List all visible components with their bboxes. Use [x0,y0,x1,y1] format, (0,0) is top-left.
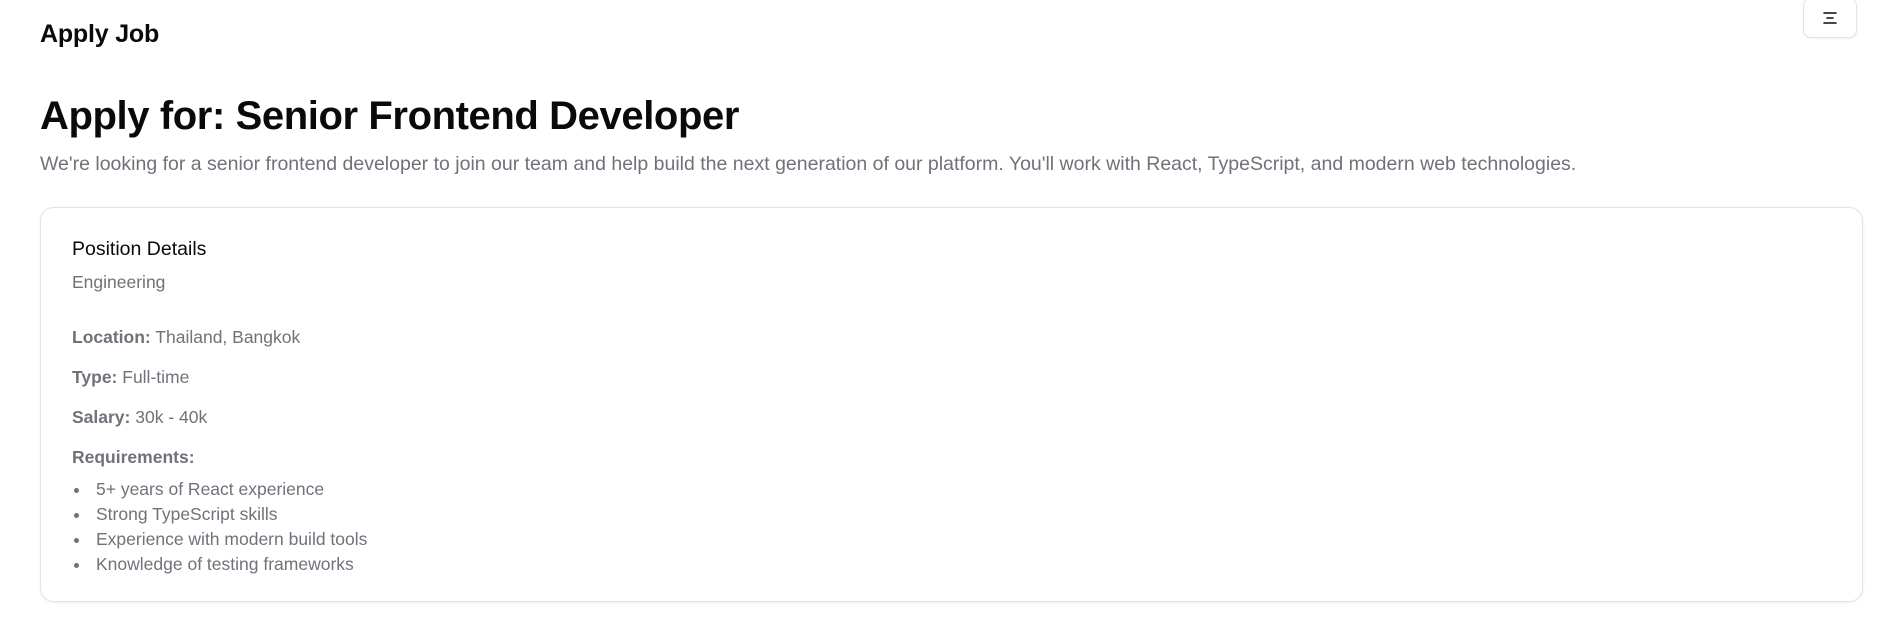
card-title: Position Details [72,238,207,261]
menu-icon [1822,11,1838,25]
page-title: Apply for: Senior Frontend Developer [40,94,739,138]
type-row: Type: Full-time [72,367,1831,388]
requirements-label: Requirements: [72,446,195,467]
department: Engineering [72,271,166,292]
position-details-card: Position Details Engineering Location: T… [40,207,1863,603]
top-bar: Apply Job [40,0,1857,72]
requirement-item: Knowledge of testing frameworks [72,552,1831,577]
salary-row: Salary: 30k - 40k [72,407,1831,428]
location-value: Thailand, Bangkok [155,326,301,347]
type-value: Full-time [122,366,190,387]
requirements-row: Requirements: [72,447,1831,468]
requirements-list: 5+ years of React experience Strong Type… [72,477,1831,577]
requirement-item: Strong TypeScript skills [72,502,1831,527]
location-row: Location: Thailand, Bangkok [72,327,1831,348]
job-description: We're looking for a senior frontend deve… [40,153,1577,175]
menu-button[interactable] [1803,0,1857,38]
salary-value: 30k - 40k [135,406,208,427]
app-title: Apply Job [40,20,160,48]
page: Apply Job Apply for: Senior Frontend Dev… [0,0,1897,620]
requirement-item: 5+ years of React experience [72,477,1831,502]
location-label: Location: [72,326,151,347]
salary-label: Salary: [72,406,131,427]
type-label: Type: [72,366,118,387]
requirement-item: Experience with modern build tools [72,527,1831,552]
